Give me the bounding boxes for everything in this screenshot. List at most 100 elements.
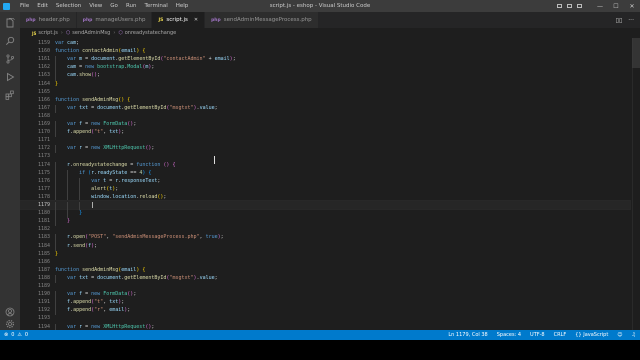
code-line[interactable]: 1193 (20, 314, 630, 322)
maximize-button[interactable]: ☐ (608, 0, 624, 12)
breadcrumb-function[interactable]: sendAdminMsg (72, 30, 110, 36)
tab-sendadminmessageprocess-php[interactable]: php sendAdminMessageProcess.php (205, 12, 319, 28)
code-line[interactable]: 1167 var txt = document.getElementById("… (20, 104, 630, 113)
code-line[interactable]: 1189 (20, 282, 630, 290)
tab-script-js[interactable]: JS script.js ✕ (152, 12, 206, 28)
code-line[interactable]: 1171 (20, 136, 630, 144)
code-line[interactable]: 1174 r.onreadystatechange = function () … (20, 161, 630, 170)
tab-label: script.js (166, 17, 188, 23)
code-text: function sendAdminMsg() { (55, 96, 131, 103)
code-line[interactable]: 1188 var txt = document.getElementById("… (20, 274, 630, 284)
line-number: 1167 (37, 104, 50, 111)
split-editor-icon[interactable]: ▯▯ (616, 17, 623, 24)
tab-header-php[interactable]: php header.php (20, 12, 77, 28)
breadcrumb-member[interactable]: onreadystatechange (125, 30, 177, 36)
scrollbar-thumb[interactable] (632, 38, 640, 68)
code-text: var r = new XMLHttpRequest(); (52, 145, 154, 154)
code-line[interactable]: 1185} (20, 250, 630, 258)
menu-selection[interactable]: Selection (52, 0, 85, 12)
error-count[interactable]: 0 (11, 332, 14, 338)
braces-icon: {} (575, 332, 582, 338)
breadcrumb-file[interactable]: script.js (38, 30, 58, 36)
close-button[interactable]: ✕ (624, 0, 640, 12)
code-text: var f = new FormData(); (52, 291, 136, 300)
code-line[interactable]: 1182 (20, 225, 630, 233)
menu-terminal[interactable]: Terminal (140, 0, 171, 12)
code-line[interactable]: 1166 function sendAdminMsg() { (20, 96, 630, 104)
run-debug-icon[interactable] (0, 68, 20, 86)
indentation[interactable]: Spaces: 4 (497, 332, 521, 338)
code-line[interactable]: 1175 if (r.readyState == 4) { (20, 169, 630, 178)
tab-label: manageUsers.php (95, 17, 146, 23)
error-icon[interactable]: ⊗ (4, 332, 8, 338)
code-line[interactable]: 1173 (20, 152, 630, 160)
code-line[interactable]: 1186 (20, 258, 630, 266)
toggle-sidebar-icon[interactable] (554, 0, 564, 12)
minimize-button[interactable]: — (592, 0, 608, 12)
feedback-icon[interactable]: ☺ (617, 332, 622, 338)
code-line[interactable]: 1187 function sendAdminMsg(email) { (20, 266, 630, 274)
code-text: } (52, 210, 82, 219)
vertical-scrollbar[interactable] (632, 38, 640, 330)
extensions-icon[interactable] (0, 86, 20, 104)
code-line[interactable]: 1178 window.location.reload(); (20, 193, 630, 203)
code-editor[interactable]: 1159 var cam; 1160 function contactAdmin(em… (20, 38, 640, 330)
line-number: 1187 (37, 266, 50, 273)
more-actions-icon[interactable]: ··· (628, 17, 634, 24)
code-line[interactable]: 1163 cam.show(); (20, 71, 630, 81)
code-line[interactable]: 1162 cam = new bootstrap.Modal(m); (20, 63, 630, 73)
code-text: r.onreadystatechange = function () { (52, 161, 175, 170)
code-line[interactable]: 1183 r.open("POST", "sendAdminMessagePro… (20, 233, 630, 243)
menu-go[interactable]: Go (106, 0, 122, 12)
customize-layout-icon[interactable] (574, 0, 584, 12)
menu-run[interactable]: Run (122, 0, 141, 12)
code-line[interactable]: 1177 alert(t); (20, 185, 630, 194)
source-control-icon[interactable] (0, 50, 20, 68)
code-text: f.append("r", email); (52, 307, 130, 316)
cursor-position[interactable]: Ln 1179, Col 38 (448, 332, 487, 338)
code-line[interactable]: 1190 var f = new FormData(); (20, 290, 630, 300)
menu-file[interactable]: File (16, 0, 33, 12)
warning-count[interactable]: 0 (25, 332, 28, 338)
line-number: 1192 (37, 307, 50, 314)
code-line[interactable]: 1180 } (20, 209, 630, 219)
search-icon[interactable] (0, 32, 20, 50)
code-text: var m = document.getElementById("contact… (52, 56, 236, 65)
line-number: 1191 (37, 299, 50, 306)
code-line[interactable]: 1169 var f = new FormData(); (20, 120, 630, 130)
toggle-panel-icon[interactable] (564, 0, 574, 12)
code-line[interactable]: 1160 function contactAdmin(email) { (20, 47, 630, 55)
notifications-bell-icon[interactable]: ♫ (632, 332, 636, 338)
menu-edit[interactable]: Edit (33, 0, 52, 12)
line-number: 1168 (37, 112, 50, 119)
code-line[interactable]: 1168 (20, 112, 630, 120)
code-line[interactable]: 1194 var r = new XMLHttpRequest(); (20, 323, 630, 330)
code-line[interactable]: 1176 var t = r.responseText; (20, 177, 630, 186)
line-ending[interactable]: CRLF (554, 332, 567, 338)
code-line[interactable]: 1170 f.append("t", txt); (20, 128, 630, 138)
code-line[interactable]: 1184 r.send(f); (20, 242, 630, 251)
code-line[interactable]: 1179 (20, 199, 631, 211)
tab-manageusers-php[interactable]: php manageUsers.php (76, 12, 153, 28)
property-symbol-icon: ⬡ (118, 30, 123, 36)
close-tab-icon[interactable]: ✕ (194, 17, 198, 23)
explorer-icon[interactable] (0, 14, 20, 32)
code-line[interactable]: 1161 var m = document.getElementById("co… (20, 55, 630, 65)
line-number: 1159 (37, 40, 50, 47)
code-line[interactable]: 1181 } (20, 217, 630, 227)
menu-view[interactable]: View (85, 0, 106, 12)
warning-icon[interactable]: ⚠ (17, 332, 21, 338)
code-line[interactable]: 1164} (20, 80, 630, 88)
tab-label: header.php (38, 17, 70, 23)
code-line[interactable]: 1165 (20, 88, 630, 96)
encoding[interactable]: UTF-8 (530, 332, 545, 338)
line-number: 1179 (37, 202, 50, 209)
language-mode[interactable]: {} JavaScript (575, 332, 608, 338)
mouse-ibeam-cursor-icon (212, 156, 216, 164)
line-number: 1161 (37, 56, 50, 63)
code-line[interactable]: 1159 var cam; (20, 39, 630, 47)
code-line[interactable]: 1192 f.append("r", email); (20, 306, 630, 316)
code-line[interactable]: 1191 f.append("t", txt); (20, 298, 630, 308)
code-line[interactable]: 1172 var r = new XMLHttpRequest(); (20, 144, 630, 154)
menu-help[interactable]: Help (172, 0, 193, 12)
